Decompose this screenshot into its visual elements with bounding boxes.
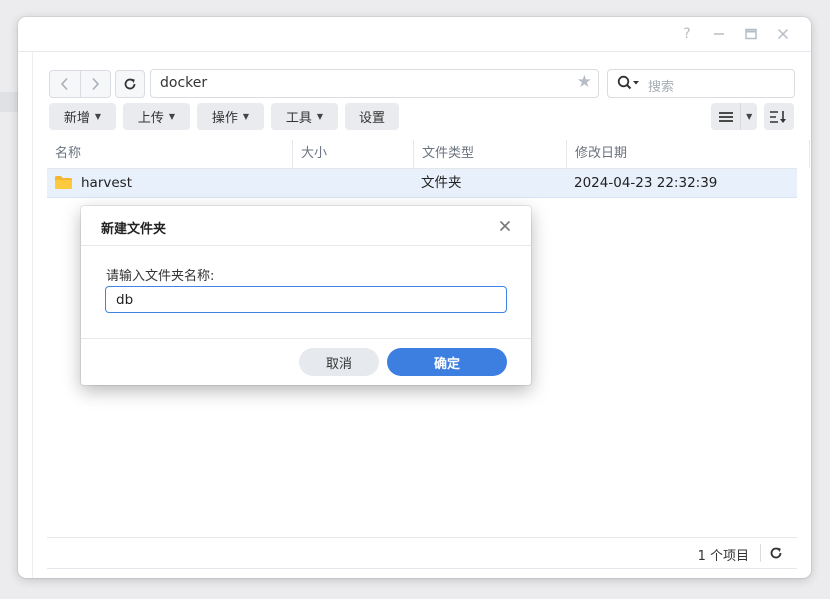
create-menu-button[interactable]: 新增 ▼ bbox=[49, 103, 116, 130]
sort-button[interactable] bbox=[764, 103, 794, 130]
item-count: 1 个项目 bbox=[697, 549, 749, 564]
refresh-icon[interactable] bbox=[767, 544, 785, 562]
column-name[interactable]: 名称 bbox=[47, 140, 292, 168]
list-icon bbox=[718, 111, 733, 122]
view-mode-toggle: ▼ bbox=[711, 103, 757, 130]
action-menu-button[interactable]: 操作 ▼ bbox=[197, 103, 264, 130]
close-icon[interactable] bbox=[495, 216, 515, 236]
chevron-left-icon bbox=[60, 77, 68, 91]
divider bbox=[81, 245, 531, 246]
list-view-button[interactable] bbox=[711, 103, 740, 130]
create-label: 新增 bbox=[63, 111, 90, 126]
chevron-right-icon bbox=[92, 77, 100, 91]
divider bbox=[81, 338, 531, 339]
cancel-button[interactable]: 取消 bbox=[299, 348, 379, 376]
tools-menu-button[interactable]: 工具 ▼ bbox=[271, 103, 338, 130]
help-button[interactable]: ? bbox=[678, 25, 696, 43]
settings-label: 设置 bbox=[358, 111, 385, 126]
folder-icon bbox=[55, 176, 72, 189]
path-input[interactable]: docker ★ bbox=[150, 69, 599, 98]
file-name: harvest bbox=[81, 175, 133, 191]
caret-down-icon: ▼ bbox=[746, 112, 753, 121]
status-bar: 1 个项目 bbox=[47, 537, 797, 569]
sort-icon bbox=[770, 110, 786, 123]
star-icon[interactable]: ★ bbox=[577, 72, 592, 92]
tools-label: 工具 bbox=[285, 111, 312, 126]
file-list-header: 名称 大小 文件类型 修改日期 ⋮ bbox=[47, 140, 810, 169]
column-type[interactable]: 文件类型 bbox=[413, 140, 566, 168]
title-bar: ? bbox=[18, 17, 811, 52]
caret-down-icon: ▼ bbox=[94, 112, 102, 121]
table-row[interactable]: harvest 文件夹 2024-04-23 22:32:39 bbox=[47, 169, 797, 198]
file-modified: 2024-04-23 22:32:39 bbox=[574, 175, 718, 191]
forward-button[interactable] bbox=[79, 71, 111, 97]
settings-button[interactable]: 设置 bbox=[345, 103, 399, 130]
minimize-icon[interactable] bbox=[710, 25, 728, 43]
new-folder-dialog: 新建文件夹 请输入文件夹名称: 取消 确定 bbox=[81, 206, 531, 385]
column-modified[interactable]: 修改日期 bbox=[566, 140, 809, 168]
history-nav bbox=[49, 70, 111, 98]
background-edge bbox=[0, 92, 18, 112]
current-path: docker bbox=[160, 75, 208, 91]
search-icon[interactable] bbox=[617, 75, 641, 91]
view-dropdown-button[interactable]: ▼ bbox=[740, 103, 757, 130]
caret-down-icon: ▼ bbox=[168, 112, 176, 121]
column-options-icon[interactable]: ⋮ bbox=[809, 140, 811, 168]
folder-name-input[interactable] bbox=[105, 286, 507, 313]
refresh-button[interactable] bbox=[115, 70, 145, 98]
column-size[interactable]: 大小 bbox=[292, 140, 413, 168]
divider bbox=[760, 544, 761, 562]
caret-down-icon: ▼ bbox=[242, 112, 250, 121]
dialog-title: 新建文件夹 bbox=[101, 222, 167, 237]
caret-down-icon: ▼ bbox=[316, 112, 324, 121]
folder-name-label: 请输入文件夹名称: bbox=[106, 269, 215, 284]
refresh-icon bbox=[124, 78, 136, 90]
left-rail bbox=[18, 52, 33, 578]
close-icon[interactable] bbox=[774, 25, 792, 43]
confirm-button[interactable]: 确定 bbox=[387, 348, 507, 376]
search-placeholder: 搜索 bbox=[648, 80, 675, 95]
action-label: 操作 bbox=[211, 111, 238, 126]
back-button[interactable] bbox=[50, 71, 80, 97]
search-input[interactable]: 搜索 bbox=[607, 69, 795, 98]
file-type: 文件夹 bbox=[421, 175, 462, 191]
maximize-icon[interactable] bbox=[742, 25, 760, 43]
upload-label: 上传 bbox=[137, 111, 164, 126]
upload-menu-button[interactable]: 上传 ▼ bbox=[123, 103, 190, 130]
